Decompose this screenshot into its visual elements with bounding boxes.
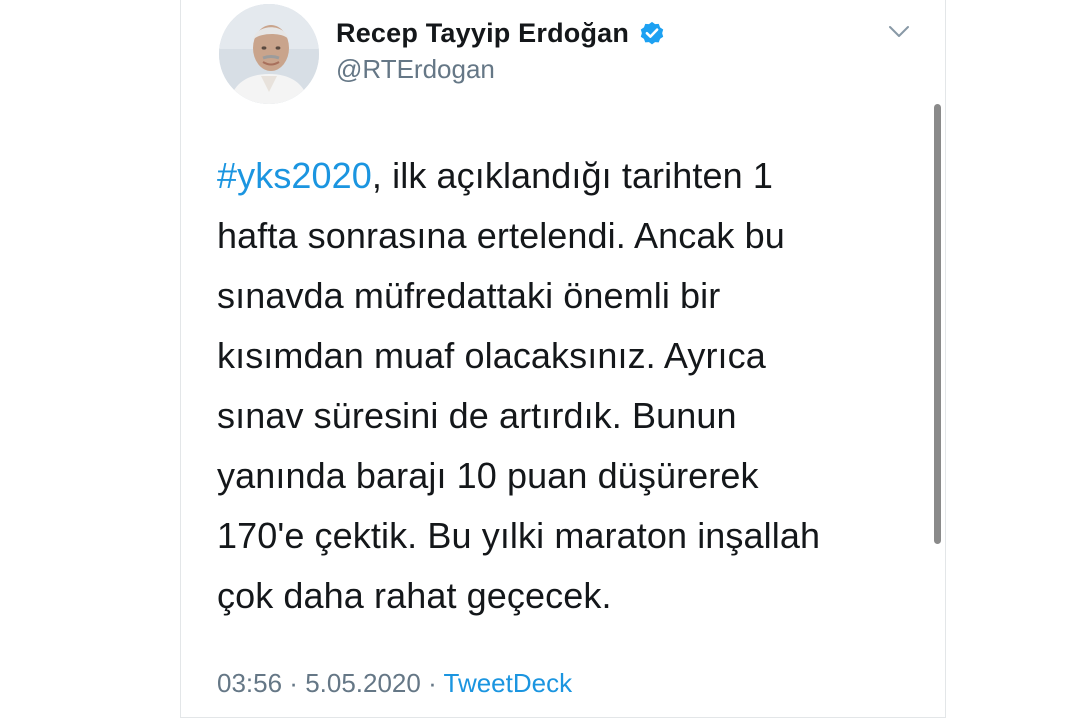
meta-separator: · <box>282 668 306 698</box>
author-handle[interactable]: @RTErdogan <box>336 54 495 85</box>
tweet-line-text: , ilk açıklandığı tarihten 1 <box>371 155 773 196</box>
tweet-meta: 03:56 · 5.05.2020 · TweetDeck <box>217 668 572 699</box>
tweet-line: sınavda müfredattaki önemli bir <box>217 275 721 316</box>
tweet-time[interactable]: 03:56 <box>217 668 282 698</box>
tweet-line: çok daha rahat geçecek. <box>217 575 612 616</box>
tweet-line: yanında barajı 10 puan düşürerek <box>217 455 759 496</box>
verified-badge-icon <box>638 19 666 47</box>
tweet-line: kısımdan muaf olacaksınız. Ayrıca <box>217 335 766 376</box>
tweet-source-link[interactable]: TweetDeck <box>444 668 573 698</box>
screenshot-page: Recep Tayyip Erdoğan @RTErdogan #yks2020… <box>0 0 1080 720</box>
tweet-line: sınav süresini de artırdık. Bunun <box>217 395 737 436</box>
author-display-name[interactable]: Recep Tayyip Erdoğan <box>336 18 629 49</box>
tweet-card: Recep Tayyip Erdoğan @RTErdogan #yks2020… <box>180 0 946 718</box>
tweet-line: #yks2020, ilk açıklandığı tarihten 1 <box>217 146 897 206</box>
scrollbar-thumb[interactable] <box>934 104 941 544</box>
tweet-line: hafta sonrasına ertelendi. Ancak bu <box>217 215 785 256</box>
hashtag-link[interactable]: #yks2020 <box>217 155 372 196</box>
author-name-row: Recep Tayyip Erdoğan <box>336 16 666 50</box>
meta-separator: · <box>420 668 444 698</box>
avatar[interactable] <box>219 4 319 104</box>
tweet-line: 170'e çektik. Bu yılki maraton inşallah <box>217 515 821 556</box>
tweet-date[interactable]: 5.05.2020 <box>305 668 421 698</box>
tweet-text: #yks2020, ilk açıklandığı tarihten 1 haf… <box>217 146 897 626</box>
chevron-down-icon[interactable] <box>887 22 911 42</box>
avatar-portrait-icon <box>219 4 319 104</box>
